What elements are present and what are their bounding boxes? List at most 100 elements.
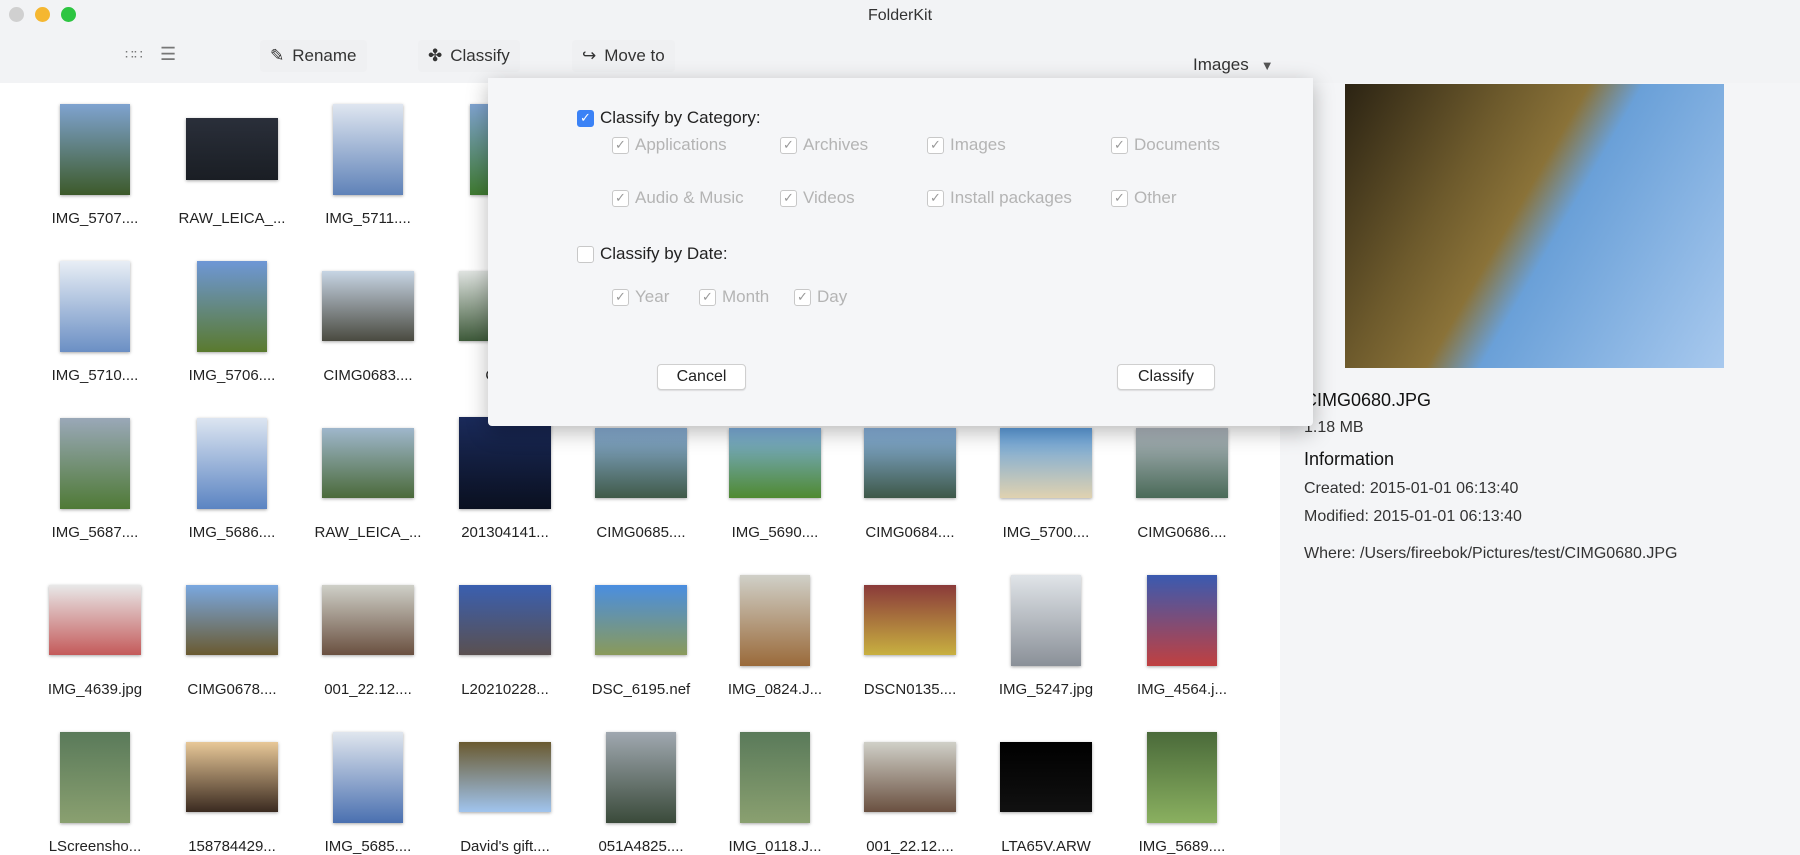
- file-thumbnail: [333, 103, 403, 195]
- file-name-label: IMG_5700....: [1002, 524, 1090, 541]
- file-item[interactable]: IMG_5687....: [27, 397, 163, 554]
- file-name-label: 001_22.12....: [866, 838, 954, 855]
- file-item[interactable]: IMG_5707....: [27, 83, 163, 240]
- checkbox-checked-icon: ✓: [612, 136, 629, 154]
- file-name-label: 001_22.12....: [324, 681, 412, 698]
- file-thumbnail: [186, 118, 278, 180]
- file-name-label: IMG_0118.J...: [728, 838, 822, 855]
- file-item[interactable]: L20210228...: [437, 554, 573, 711]
- file-name-label: David's gift....: [460, 838, 550, 855]
- rename-label: Rename: [292, 46, 357, 65]
- classify-dialog: ✓ Classify by Category: Classify by Date:…: [488, 78, 1313, 426]
- file-thumbnail: [60, 260, 130, 352]
- file-item[interactable]: 051A4825....: [573, 711, 709, 855]
- classify-by-date-checkbox[interactable]: Classify by Date:: [577, 244, 728, 264]
- file-item[interactable]: IMG_5689....: [1114, 711, 1250, 855]
- option-label: Year: [635, 287, 670, 306]
- file-location: Where: /Users/fireebok/Pictures/test/CIM…: [1304, 545, 1678, 562]
- file-item[interactable]: RAW_LEICA_...: [300, 397, 436, 554]
- classify-confirm-button[interactable]: Classify: [1117, 364, 1215, 390]
- file-item[interactable]: IMG_4639.jpg: [27, 554, 163, 711]
- file-thumbnail: [595, 585, 687, 655]
- list-view-icon[interactable]: ☰: [160, 44, 176, 65]
- category-checkbox-audio-music[interactable]: ✓ Audio & Music: [612, 188, 744, 208]
- category-checkbox-other[interactable]: ✓ Other: [1111, 188, 1177, 208]
- file-item[interactable]: IMG_4564.j...: [1114, 554, 1250, 711]
- file-item[interactable]: LTA65V.ARW: [978, 711, 1114, 855]
- checkbox-checked-icon: ✓: [577, 109, 594, 127]
- file-item[interactable]: IMG_5685....: [300, 711, 436, 855]
- rename-button[interactable]: ✎ Rename: [260, 40, 367, 72]
- cancel-button[interactable]: Cancel: [657, 364, 746, 390]
- file-thumbnail: [459, 585, 551, 655]
- file-name-label: CIMG0685....: [596, 524, 686, 541]
- option-label: Other: [1134, 188, 1177, 207]
- checkbox-checked-icon: ✓: [927, 189, 944, 207]
- file-thumbnail: [864, 428, 956, 498]
- classify-icon: ✤: [428, 46, 443, 65]
- file-thumbnail: [186, 742, 278, 812]
- checkbox-checked-icon: ✓: [927, 136, 944, 154]
- toolbar: ∷∷ ☰ ✎ Rename ✤ Classify ↪ Move to: [0, 30, 1800, 83]
- dropdown-arrow-icon: ▼: [1260, 57, 1274, 73]
- file-thumbnail: [740, 731, 810, 823]
- file-item[interactable]: IMG_0118.J...: [707, 711, 843, 855]
- file-name-label: IMG_5711....: [325, 210, 411, 227]
- window-title: FolderKit: [867, 7, 933, 24]
- file-thumbnail: [459, 417, 551, 509]
- grid-view-icon[interactable]: ∷∷: [125, 46, 143, 63]
- file-item[interactable]: IMG_0824.J...: [707, 554, 843, 711]
- file-item[interactable]: IMG_5711....: [300, 83, 436, 240]
- category-checkbox-applications[interactable]: ✓ Applications: [612, 135, 727, 155]
- file-name-label: RAW_LEICA_...: [178, 210, 286, 227]
- checkbox-checked-icon: ✓: [780, 189, 797, 207]
- file-thumbnail: [864, 585, 956, 655]
- file-thumbnail: [1136, 428, 1228, 498]
- category-checkbox-archives[interactable]: ✓ Archives: [780, 135, 868, 155]
- category-checkbox-documents[interactable]: ✓ Documents: [1111, 135, 1220, 155]
- file-thumbnail: [864, 742, 956, 812]
- file-item[interactable]: IMG_5706....: [164, 240, 300, 397]
- classify-label: Classify: [450, 46, 510, 65]
- classify-by-category-checkbox[interactable]: ✓ Classify by Category:: [577, 108, 761, 128]
- file-item[interactable]: David's gift....: [437, 711, 573, 855]
- file-name-label: IMG_5685....: [324, 838, 412, 855]
- title-bar: FolderKit: [0, 0, 1800, 30]
- file-name-label: IMG_4639.jpg: [47, 681, 143, 698]
- file-item[interactable]: 001_22.12....: [842, 711, 978, 855]
- date-checkbox-year[interactable]: ✓ Year: [612, 287, 669, 307]
- file-thumbnail: [595, 428, 687, 498]
- file-item[interactable]: 158784429...: [164, 711, 300, 855]
- file-name-label: DSCN0135....: [863, 681, 957, 698]
- checkbox-unchecked-icon: [577, 245, 594, 263]
- file-item[interactable]: CIMG0683....: [300, 240, 436, 397]
- option-label: Documents: [1134, 135, 1220, 154]
- file-item[interactable]: 001_22.12....: [300, 554, 436, 711]
- file-item[interactable]: DSCN0135....: [842, 554, 978, 711]
- file-name-label: 051A4825....: [598, 838, 684, 855]
- file-item[interactable]: LScreensho...: [27, 711, 163, 855]
- file-item[interactable]: CIMG0678....: [164, 554, 300, 711]
- classify-by-date-label: Classify by Date:: [600, 244, 728, 263]
- classify-by-category-label: Classify by Category:: [600, 108, 761, 127]
- file-thumbnail: [60, 103, 130, 195]
- date-checkbox-day[interactable]: ✓ Day: [794, 287, 847, 307]
- type-filter-dropdown[interactable]: Images ▼: [1193, 55, 1274, 75]
- move-to-button[interactable]: ↪ Move to: [572, 40, 675, 72]
- file-name-label: IMG_5689....: [1138, 838, 1226, 855]
- file-item[interactable]: IMG_5710....: [27, 240, 163, 397]
- category-checkbox-videos[interactable]: ✓ Videos: [780, 188, 855, 208]
- file-name-label: LTA65V.ARW: [1001, 838, 1091, 855]
- category-checkbox-install-packages[interactable]: ✓ Install packages: [927, 188, 1072, 208]
- file-item[interactable]: IMG_5686....: [164, 397, 300, 554]
- file-item[interactable]: IMG_5247.jpg: [978, 554, 1114, 711]
- option-label: Month: [722, 287, 770, 306]
- checkbox-checked-icon: ✓: [1111, 136, 1128, 154]
- file-item[interactable]: RAW_LEICA_...: [164, 83, 300, 240]
- file-thumbnail: [60, 731, 130, 823]
- file-item[interactable]: DSC_6195.nef: [573, 554, 709, 711]
- category-checkbox-images[interactable]: ✓ Images: [927, 135, 1006, 155]
- classify-button[interactable]: ✤ Classify: [418, 40, 520, 72]
- file-thumbnail: [322, 271, 414, 341]
- date-checkbox-month[interactable]: ✓ Month: [699, 287, 769, 307]
